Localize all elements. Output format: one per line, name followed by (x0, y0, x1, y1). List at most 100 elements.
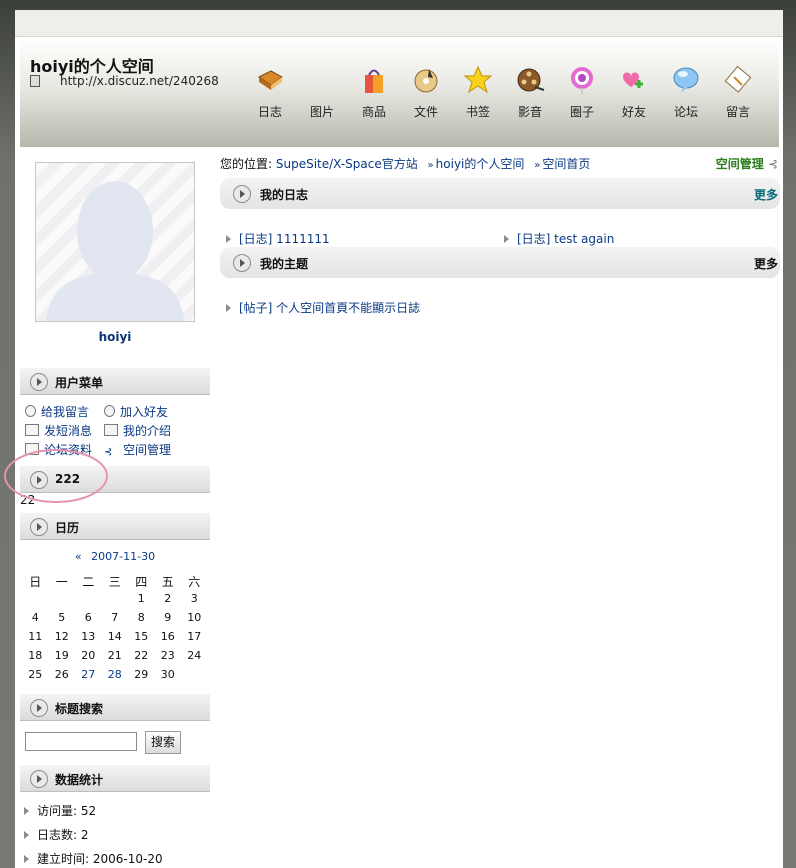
calendar-day: 19 (54, 649, 69, 662)
swirl-candy-icon (571, 67, 593, 94)
breadcrumb-item-home[interactable]: 空间首页 (542, 157, 590, 171)
calendar-weekday: 六 (188, 575, 201, 589)
stats-title: 数据统计 (55, 773, 104, 787)
bullet-arrow-icon (504, 235, 509, 243)
play-arrow-icon (233, 254, 251, 272)
calendar-day: 29 (134, 668, 149, 681)
calendar-title: 日历 (55, 521, 80, 535)
blog-more-link[interactable]: 更多 (754, 186, 778, 203)
topic-entry[interactable]: [帖子] 个人空间首頁不能顯示日誌 (226, 299, 420, 316)
menu-label: 我的介绍 (123, 424, 172, 438)
calendar-month: 2007-11-30 (91, 550, 156, 563)
manage-icon: ⊰ (104, 447, 113, 458)
nav-label-circles: 圈子 (569, 105, 594, 119)
bullet-arrow-icon (226, 304, 231, 312)
nav-item-guestbook[interactable]: 留言 (712, 65, 764, 120)
calendar-day: 21 (107, 649, 122, 662)
hearts-icon (623, 72, 643, 88)
calendar-weekday: 五 (161, 575, 174, 589)
manage-icon: ⊰ (767, 157, 778, 171)
calendar-day: 6 (84, 611, 92, 624)
nav-item-bookmarks[interactable]: 书签 (452, 65, 504, 120)
calendar-body: 1 2 3 4 5 6 7 8 9 10 11 12 13 14 15 16 17 18 19 20 21 22 23 24 2… (22, 592, 208, 687)
user-menu-header: 用户菜单 (20, 368, 210, 395)
search-input[interactable] (25, 732, 137, 751)
nav-item-friends[interactable]: 好友 (608, 65, 660, 120)
nav-item-files[interactable]: 文件 (400, 65, 452, 120)
topic-more-link[interactable]: 更多 (754, 255, 778, 272)
calendar-day: 1 (137, 592, 145, 605)
nav-item-blog[interactable]: 日志 (244, 65, 296, 120)
calendar-week-row: 25 26 27 28 29 30 (22, 668, 208, 687)
breadcrumb-item-site[interactable]: SupeSite/X-Space官方站 (276, 157, 418, 171)
avatar[interactable] (35, 162, 195, 322)
calendar-weekday: 一 (55, 575, 68, 589)
blog-section-header: 我的日志 更多 (220, 178, 780, 209)
calendar-weekday: 四 (135, 575, 148, 589)
picture-icon (307, 65, 337, 95)
calendar-day[interactable]: 27 (75, 668, 102, 687)
breadcrumb-item-space[interactable]: hoiyi的个人空间 (436, 157, 525, 171)
calendar-day: 20 (81, 649, 96, 662)
menu-space-manage[interactable]: ⊰ 空间管理 (104, 441, 171, 458)
menu-forum-profile[interactable]: 论坛资料 (25, 441, 92, 458)
breadcrumb-separator: » (427, 160, 434, 171)
calendar-day: 30 (160, 668, 175, 681)
play-arrow-icon (30, 373, 48, 391)
calendar-prev-link[interactable]: « (75, 550, 82, 563)
blog-section-title: 我的日志 (260, 188, 309, 202)
blog-entry-title: [日志] test again (517, 232, 615, 246)
breadcrumb-prefix: 您的位置: (220, 157, 273, 171)
site-url[interactable]: http://x.discuz.net/240268 (60, 74, 219, 88)
nav-label-forum: 论坛 (673, 105, 698, 119)
menu-add-friend[interactable]: 加入好友 (104, 403, 168, 420)
calendar-day: 3 (190, 592, 198, 605)
blog-entry[interactable]: [日志] 1111111 (226, 230, 330, 247)
calendar-day: 10 (187, 611, 202, 624)
blog-entry[interactable]: [日志] test again (504, 230, 614, 247)
nav-item-goods[interactable]: 商品 (348, 65, 400, 120)
play-arrow-icon (30, 471, 48, 489)
menu-label: 空间管理 (123, 443, 172, 457)
space-admin-label: 空间管理 (715, 157, 764, 171)
menu-send-message[interactable]: 发短消息 (25, 422, 92, 439)
space-admin-link[interactable]: 空间管理 ⊰ (716, 155, 778, 172)
custom-block-header: 222 (20, 466, 210, 493)
breadcrumb: 您的位置: SupeSite/X-Space官方站 » hoiyi的个人空间 » 空… (220, 155, 590, 172)
calendar-day: 18 (28, 649, 43, 662)
nav-item-forum[interactable]: 论坛 (660, 65, 712, 120)
mail-icon (25, 424, 39, 436)
menu-my-intro[interactable]: 我的介绍 (104, 422, 171, 439)
stats-header: 数据统计 (20, 765, 210, 792)
calendar-empty-cell (75, 592, 102, 611)
calendar-day: 12 (54, 630, 69, 643)
profile-icon (25, 443, 39, 455)
book-icon (258, 70, 283, 90)
bullet-arrow-icon (24, 831, 29, 839)
menu-label: 发短消息 (44, 424, 93, 438)
calendar-day[interactable]: 28 (102, 668, 129, 687)
stat-created: 建立时间: 2006-10-20 (24, 850, 163, 867)
topic-entry-title: [帖子] 个人空间首頁不能顯示日誌 (239, 301, 421, 315)
search-title: 标题搜索 (55, 702, 104, 716)
search-button[interactable]: 搜索 (145, 731, 181, 754)
username[interactable]: hoiyi (20, 330, 210, 344)
search-header: 标题搜索 (20, 694, 210, 721)
page-container: hoiyi的个人空间 http://x.discuz.net/240268 日志… (15, 10, 783, 868)
stat-text: 访问量: 52 (37, 804, 97, 818)
menu-leave-message[interactable]: 给我留言 (25, 403, 89, 420)
play-arrow-icon (30, 770, 48, 788)
calendar-day: 15 (134, 630, 149, 643)
breadcrumb-separator: » (534, 160, 541, 171)
top-strip (15, 10, 783, 37)
note-icon (724, 65, 752, 93)
nav-item-circles[interactable]: 圈子 (556, 65, 608, 120)
nav-item-pictures[interactable]: 图片 (296, 65, 348, 120)
calendar-day: 17 (187, 630, 202, 643)
calendar-weekday: 三 (108, 575, 121, 589)
calendar-empty-cell (181, 668, 208, 687)
calendar-week-row: 1 2 3 (22, 592, 208, 611)
calendar-day: 22 (134, 649, 149, 662)
nav-item-media[interactable]: 影音 (504, 65, 556, 120)
main-content: 您的位置: SupeSite/X-Space官方站 » hoiyi的个人空间 » 空… (220, 150, 780, 868)
